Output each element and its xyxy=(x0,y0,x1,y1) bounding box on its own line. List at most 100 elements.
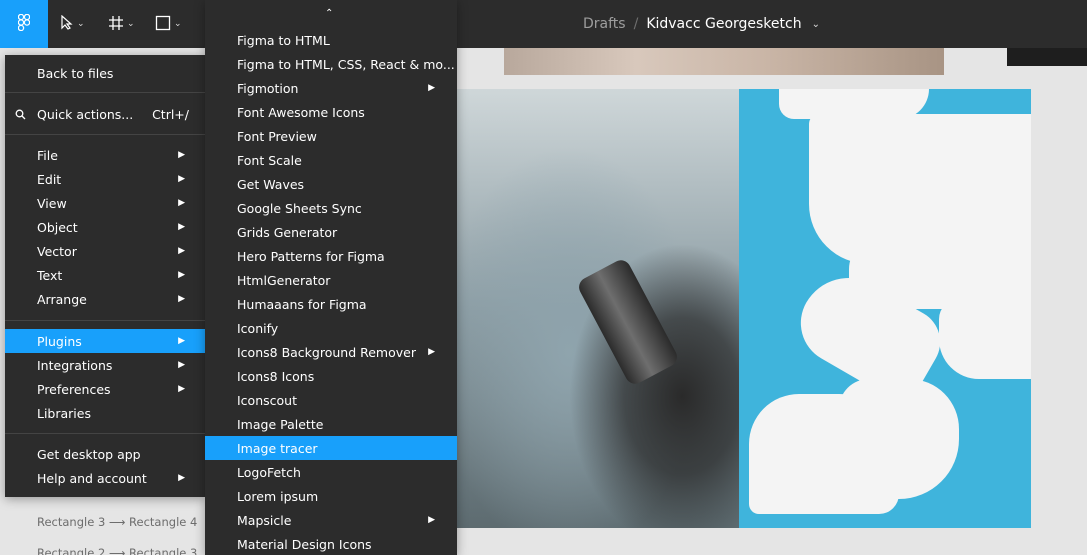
plugin-item-label: Google Sheets Sync xyxy=(237,200,362,216)
plugin-item-label: Image Palette xyxy=(237,416,324,432)
menu-item-label: Object xyxy=(37,219,78,235)
plugin-item[interactable]: Material Design Icons xyxy=(205,532,457,555)
menu-item-help-and-account[interactable]: Help and account ▶ xyxy=(5,466,205,490)
chevron-down-icon[interactable]: ⌄ xyxy=(812,19,820,30)
plugin-item[interactable]: Figma to HTML, CSS, React & mo... xyxy=(205,52,457,76)
plugin-item[interactable]: Icons8 Icons xyxy=(205,364,457,388)
plugin-item-label: Grids Generator xyxy=(237,224,338,240)
menu-item-plugins[interactable]: Plugins ▶ xyxy=(5,329,205,353)
scroll-up-icon[interactable]: ⌃ xyxy=(325,8,333,19)
menu-item-file[interactable]: File ▶ xyxy=(5,143,205,167)
plugin-item-label: Mapsicle xyxy=(237,512,292,528)
plugin-item[interactable]: LogoFetch xyxy=(205,460,457,484)
plugin-item[interactable]: Mapsicle ▶ xyxy=(205,508,457,532)
chevron-down-icon[interactable]: ⌄ xyxy=(127,19,135,29)
plugin-item-label: Iconify xyxy=(237,320,279,336)
menu-item-back-to-files[interactable]: Back to files xyxy=(5,61,205,85)
rectangle-icon xyxy=(155,15,171,34)
menu-item-integrations[interactable]: Integrations ▶ xyxy=(5,353,205,377)
menu-item-label: Preferences xyxy=(37,381,111,397)
file-name[interactable]: Kidvacc Georgesketch xyxy=(646,16,801,32)
menu-divider xyxy=(5,92,205,93)
frame-tool[interactable]: ⌄ xyxy=(108,0,135,48)
chevron-right-icon: ▶ xyxy=(178,246,185,256)
menu-item-get-desktop-app[interactable]: Get desktop app xyxy=(5,442,205,466)
plugin-item[interactable]: Figmotion ▶ xyxy=(205,76,457,100)
menu-divider xyxy=(5,134,205,135)
plugin-item-label: Image tracer xyxy=(237,440,318,456)
plugin-item-label: Iconscout xyxy=(237,392,297,408)
plugin-item[interactable]: Font Scale xyxy=(205,148,457,172)
plugin-item-label: Font Preview xyxy=(237,128,317,144)
chevron-right-icon: ▶ xyxy=(178,336,185,346)
toolbar: ⌄ ⌄ ⌄ Drafts / Kidvacc Georgesketch ⌄ xyxy=(0,0,1087,48)
plugin-item-label: Figma to HTML xyxy=(237,32,330,48)
plugin-item-label: Font Awesome Icons xyxy=(237,104,365,120)
move-tool[interactable]: ⌄ xyxy=(60,0,85,48)
chevron-right-icon: ▶ xyxy=(178,174,185,184)
chevron-right-icon: ▶ xyxy=(178,222,185,232)
plugin-item[interactable]: Google Sheets Sync xyxy=(205,196,457,220)
menu-item-text[interactable]: Text ▶ xyxy=(5,263,205,287)
menu-item-vector[interactable]: Vector ▶ xyxy=(5,239,205,263)
plugin-item-label: HtmlGenerator xyxy=(237,272,331,288)
plugin-item[interactable]: Font Awesome Icons xyxy=(205,100,457,124)
layer-item[interactable]: Rectangle 3 ⟶ Rectangle 4 xyxy=(37,515,197,529)
menu-item-preferences[interactable]: Preferences ▶ xyxy=(5,377,205,401)
chevron-down-icon[interactable]: ⌄ xyxy=(77,19,85,29)
chevron-right-icon: ▶ xyxy=(178,473,185,483)
chevron-right-icon: ▶ xyxy=(178,150,185,160)
plugin-item[interactable]: Lorem ipsum xyxy=(205,484,457,508)
layer-item[interactable]: Rectangle 2 ⟶ Rectangle 3 xyxy=(37,546,197,555)
plugin-item[interactable]: Image Palette xyxy=(205,412,457,436)
plugin-item[interactable]: Grids Generator xyxy=(205,220,457,244)
plugin-item[interactable]: Humaaans for Figma xyxy=(205,292,457,316)
cursor-icon xyxy=(60,14,74,33)
menu-item-view[interactable]: View ▶ xyxy=(5,191,205,215)
plugin-item-label: Icons8 Background Remover xyxy=(237,344,416,360)
breadcrumb-drafts[interactable]: Drafts xyxy=(583,16,626,32)
plugin-item-label: Icons8 Icons xyxy=(237,368,315,384)
plugin-item[interactable]: Icons8 Background Remover ▶ xyxy=(205,340,457,364)
menu-item-libraries[interactable]: Libraries xyxy=(5,401,205,425)
plugin-item-label: Hero Patterns for Figma xyxy=(237,248,385,264)
plugin-item-label: LogoFetch xyxy=(237,464,301,480)
plugin-item[interactable]: Figma to HTML xyxy=(205,28,457,52)
chevron-right-icon: ▶ xyxy=(428,83,435,93)
plugin-item[interactable]: Iconify xyxy=(205,316,457,340)
canvas-image-traced[interactable] xyxy=(739,89,1031,528)
menu-item-label: Help and account xyxy=(37,470,147,486)
plugin-item[interactable]: Iconscout xyxy=(205,388,457,412)
breadcrumb-separator: / xyxy=(633,16,639,32)
menu-item-label: Text xyxy=(37,267,63,283)
chevron-right-icon: ▶ xyxy=(178,384,185,394)
menu-item-label: Integrations xyxy=(37,357,113,373)
plugin-item[interactable]: HtmlGenerator xyxy=(205,268,457,292)
frame-icon xyxy=(108,15,124,34)
chevron-right-icon: ▶ xyxy=(178,294,185,304)
menu-item-label: Plugins xyxy=(37,333,82,349)
chevron-right-icon: ▶ xyxy=(178,360,185,370)
menu-item-label: Arrange xyxy=(37,291,87,307)
menu-item-quick-actions[interactable]: Quick actions... Ctrl+/ xyxy=(5,102,205,126)
chevron-right-icon: ▶ xyxy=(428,515,435,525)
plugin-item-label: Font Scale xyxy=(237,152,302,168)
plugin-item[interactable]: Hero Patterns for Figma xyxy=(205,244,457,268)
search-icon xyxy=(15,108,26,123)
plugin-item[interactable]: Font Preview xyxy=(205,124,457,148)
chevron-down-icon[interactable]: ⌄ xyxy=(174,19,182,29)
figma-logo-icon xyxy=(17,13,31,34)
plugins-submenu: ⌃ Figma to HTML Figma to HTML, CSS, Reac… xyxy=(205,0,457,555)
trace-shape xyxy=(839,379,959,499)
menu-item-arrange[interactable]: Arrange ▶ xyxy=(5,287,205,311)
figma-menu-button[interactable] xyxy=(0,0,48,48)
chevron-right-icon: ▶ xyxy=(178,270,185,280)
menu-item-object[interactable]: Object ▶ xyxy=(5,215,205,239)
file-title: Drafts / Kidvacc Georgesketch ⌄ xyxy=(583,0,820,48)
menu-item-edit[interactable]: Edit ▶ xyxy=(5,167,205,191)
menu-divider xyxy=(5,320,205,321)
plugin-item-image-tracer[interactable]: Image tracer xyxy=(205,436,457,460)
plugin-item[interactable]: Get Waves xyxy=(205,172,457,196)
shape-tool[interactable]: ⌄ xyxy=(155,0,182,48)
canvas-image-top[interactable] xyxy=(504,48,944,75)
